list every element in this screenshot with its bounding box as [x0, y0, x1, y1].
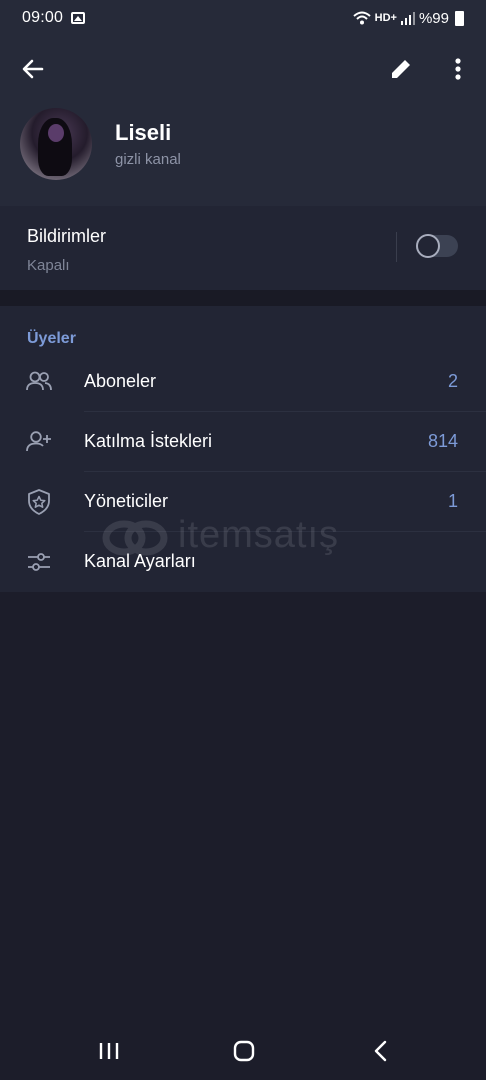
image-notification-icon — [71, 12, 86, 24]
status-time: 09:00 — [22, 9, 64, 26]
channel-header: Liseli gizli kanal — [0, 36, 486, 206]
back-arrow-icon[interactable] — [18, 54, 48, 84]
avatar-face — [48, 124, 64, 142]
signal-icon — [400, 12, 415, 25]
channel-settings-row[interactable]: Kanal Ayarları — [0, 532, 486, 592]
channel-type: gizli kanal — [115, 151, 181, 168]
subscribers-label: Aboneler — [84, 371, 157, 391]
section-gap — [0, 290, 486, 306]
system-nav-bar — [0, 1022, 486, 1080]
notifications-divider — [396, 232, 397, 262]
nav-back-icon[interactable] — [366, 1036, 396, 1066]
toggle-knob — [416, 234, 440, 258]
status-bar: 09:00 HD+ %99 — [0, 0, 486, 36]
join-requests-label: Katılma İstekleri — [84, 431, 213, 451]
people-icon — [26, 371, 52, 391]
subscribers-count: 2 — [447, 371, 458, 391]
battery-icon — [455, 10, 464, 26]
notifications-toggle[interactable] — [416, 234, 458, 258]
admins-label: Yöneticiler — [84, 491, 169, 511]
admins-count: 1 — [447, 491, 458, 511]
home-icon[interactable] — [229, 1036, 259, 1066]
add-user-icon — [26, 431, 51, 452]
notifications-state: Kapalı — [27, 257, 70, 274]
channel-avatar[interactable] — [20, 108, 92, 180]
admins-row[interactable]: Yöneticiler 1 — [0, 472, 486, 532]
members-section: Üyeler Aboneler 2 Katılma İstekleri 814 … — [0, 306, 486, 592]
sliders-icon — [28, 553, 50, 571]
join-requests-row[interactable]: Katılma İstekleri 814 — [0, 412, 486, 472]
more-options-icon[interactable] — [444, 54, 472, 84]
battery-percent: %99 — [418, 9, 449, 27]
wifi-icon — [352, 11, 371, 25]
notifications-title: Bildirimler — [27, 226, 107, 246]
notifications-row[interactable]: Bildirimler Kapalı — [0, 206, 486, 290]
channel-name: Liseli — [115, 120, 172, 145]
subscribers-row[interactable]: Aboneler 2 — [0, 352, 486, 412]
status-right: HD+ %99 — [352, 9, 464, 27]
members-section-title: Üyeler — [27, 330, 76, 347]
edit-pencil-icon[interactable] — [386, 54, 416, 84]
channel-settings-label: Kanal Ayarları — [84, 551, 196, 571]
shield-star-icon — [28, 489, 50, 515]
join-requests-count: 814 — [427, 431, 458, 451]
recent-apps-icon[interactable] — [94, 1036, 124, 1066]
network-type: HD+ — [374, 12, 397, 24]
